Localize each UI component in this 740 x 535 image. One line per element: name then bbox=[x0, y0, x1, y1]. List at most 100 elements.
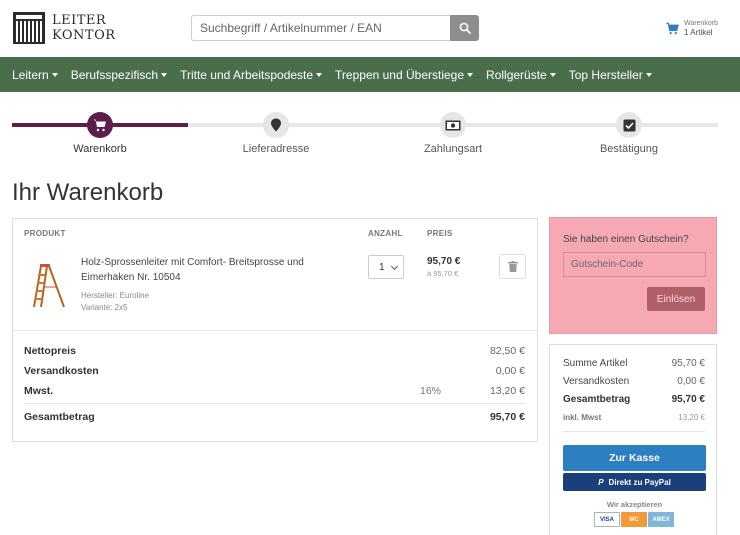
nav-item-berufsspezifisch[interactable]: Berufsspezifisch bbox=[70, 67, 168, 82]
voucher-question: Sie haben einen Gutschein? bbox=[563, 234, 689, 245]
logo-building-icon bbox=[13, 12, 45, 44]
nav-item-label: Berufsspezifisch bbox=[70, 67, 159, 82]
nav-item-top-hersteller[interactable]: Top Hersteller bbox=[569, 68, 652, 82]
redeem-voucher-button[interactable]: Einlösen bbox=[647, 287, 705, 311]
logo-line-2: KONTOR bbox=[52, 28, 116, 43]
step-bestaetigung[interactable]: Bestätigung bbox=[564, 110, 694, 155]
vat-rate: 16% bbox=[420, 385, 442, 397]
payment-card-logos: VISA MC AMEX bbox=[594, 512, 675, 527]
caret-down-icon bbox=[645, 72, 652, 77]
summary-vat-label: inkl. Mwst bbox=[563, 413, 602, 422]
net-price-value: 82,50 € bbox=[489, 345, 525, 357]
paypal-express-button[interactable]: P Direkt zu PayPal bbox=[563, 473, 706, 491]
order-summary: Summe Artikel 95,70 € Versandkosten 0,00… bbox=[549, 344, 717, 535]
nav-item-label: Leitern bbox=[12, 67, 49, 82]
nav-item-label: Rollgerüste bbox=[486, 67, 547, 82]
step-label: Zahlungsart bbox=[423, 143, 483, 155]
money-icon bbox=[445, 120, 461, 130]
remove-item-button[interactable] bbox=[499, 254, 526, 279]
trash-icon bbox=[507, 261, 518, 272]
search-input[interactable] bbox=[191, 15, 450, 41]
cart-icon bbox=[93, 119, 106, 132]
caret-down-icon bbox=[51, 72, 58, 77]
nav-item-label: Top Hersteller bbox=[568, 67, 643, 82]
cart-divider bbox=[13, 330, 537, 331]
grand-total-value: 95,70 € bbox=[489, 411, 525, 423]
caret-down-icon bbox=[549, 72, 556, 77]
vat-row: Mwst. 16% 13,20 € bbox=[24, 385, 525, 399]
search-icon bbox=[459, 22, 471, 34]
chevron-down-icon bbox=[390, 262, 399, 271]
quantity-select[interactable]: 1 bbox=[368, 255, 404, 279]
page-title: Ihr Warenkorb bbox=[12, 179, 164, 206]
header-cart-text: Warenkorb 1 Artikel bbox=[684, 19, 718, 37]
accepted-payments-label: Wir akzeptieren bbox=[606, 500, 663, 509]
vat-label: Mwst. bbox=[24, 385, 54, 397]
site-logo[interactable]: LEITER KONTOR bbox=[12, 11, 116, 45]
vat-value: 13,20 € bbox=[489, 385, 525, 397]
nav-item-rollgerueste[interactable]: Rollgerüste bbox=[486, 68, 556, 82]
header-cart[interactable]: Warenkorb 1 Artikel bbox=[666, 19, 718, 37]
map-pin-icon bbox=[271, 118, 281, 132]
nav-item-label: Tritte und Arbeitspodeste bbox=[180, 67, 314, 82]
product-image[interactable] bbox=[31, 263, 67, 309]
caret-down-icon bbox=[161, 72, 168, 77]
shipping-row: Versandkosten 0,00 € bbox=[24, 365, 525, 379]
nav-item-leitern[interactable]: Leitern bbox=[12, 68, 58, 82]
nav-item-label: Treppen und Überstiege bbox=[335, 67, 465, 82]
checkout-button[interactable]: Zur Kasse bbox=[563, 445, 706, 471]
step-label: Lieferadresse bbox=[242, 143, 310, 155]
summary-vat-value: 13,20 € bbox=[678, 413, 705, 422]
nav-item-treppen[interactable]: Treppen und Überstiege bbox=[335, 67, 474, 82]
summary-total-value: 95,70 € bbox=[671, 394, 705, 405]
amex-card-icon: AMEX bbox=[648, 512, 674, 527]
item-price: 95,70 € bbox=[427, 256, 461, 267]
product-name-link[interactable]: Holz-Sprossenleiter mit Comfort- Breitsp… bbox=[81, 255, 331, 285]
search-bar bbox=[191, 15, 479, 41]
column-header-price: PREIS bbox=[427, 229, 453, 238]
logo-text: LEITER KONTOR bbox=[52, 13, 116, 43]
step-zahlungsart[interactable]: Zahlungsart bbox=[388, 110, 518, 155]
nav-item-tritte[interactable]: Tritte und Arbeitspodeste bbox=[180, 67, 323, 82]
step-circle bbox=[440, 112, 466, 138]
shipping-value: 0,00 € bbox=[495, 365, 525, 377]
shipping-label: Versandkosten bbox=[24, 365, 99, 377]
cart-table: PRODUKT ANZAHL PREIS Holz-Sprossenleiter… bbox=[12, 218, 538, 442]
checkbox-icon bbox=[623, 119, 635, 131]
checkout-steps: Warenkorb Lieferadresse Zahlungsart Best… bbox=[12, 110, 718, 160]
product-manufacturer: Hersteller: Euroline bbox=[81, 291, 150, 300]
caret-down-icon bbox=[316, 72, 323, 77]
summary-shipping-label: Versandkosten bbox=[563, 376, 630, 387]
step-lieferadresse[interactable]: Lieferadresse bbox=[211, 110, 341, 155]
logo-line-1: LEITER bbox=[52, 13, 107, 28]
caret-down-icon bbox=[467, 72, 474, 77]
quantity-value: 1 bbox=[379, 261, 385, 273]
step-label: Warenkorb bbox=[73, 143, 127, 155]
search-button[interactable] bbox=[450, 15, 479, 41]
net-price-label: Nettopreis bbox=[24, 345, 76, 357]
grand-total-label: Gesamtbetrag bbox=[24, 411, 95, 423]
voucher-code-input[interactable] bbox=[563, 252, 706, 277]
header-cart-count: 1 Artikel bbox=[684, 28, 713, 37]
summary-shipping-value: 0,00 € bbox=[677, 376, 705, 387]
step-circle bbox=[616, 112, 642, 138]
totals-divider bbox=[24, 403, 525, 404]
summary-total-label: Gesamtbetrag bbox=[563, 394, 631, 405]
summary-divider bbox=[563, 431, 705, 432]
summary-items-value: 95,70 € bbox=[671, 358, 705, 369]
step-label: Bestätigung bbox=[599, 143, 659, 155]
grand-total-row: Gesamtbetrag 95,70 € bbox=[24, 411, 525, 425]
site-header: LEITER KONTOR Warenkorb 1 Artikel bbox=[0, 0, 740, 57]
column-header-product: PRODUKT bbox=[24, 229, 66, 238]
step-warenkorb[interactable]: Warenkorb bbox=[35, 110, 165, 155]
net-price-row: Nettopreis 82,50 € bbox=[24, 345, 525, 359]
item-unit-price: à 95,70 € bbox=[427, 269, 459, 278]
visa-card-icon: VISA bbox=[594, 512, 620, 527]
summary-items-label: Summe Artikel bbox=[563, 358, 628, 369]
step-circle bbox=[87, 112, 113, 138]
paypal-icon: P bbox=[598, 477, 604, 487]
paypal-button-label: Direkt zu PayPal bbox=[608, 477, 671, 487]
header-cart-label: Warenkorb bbox=[684, 20, 718, 27]
main-navigation: Leitern Berufsspezifisch Tritte und Arbe… bbox=[0, 57, 740, 92]
step-circle bbox=[263, 112, 289, 138]
